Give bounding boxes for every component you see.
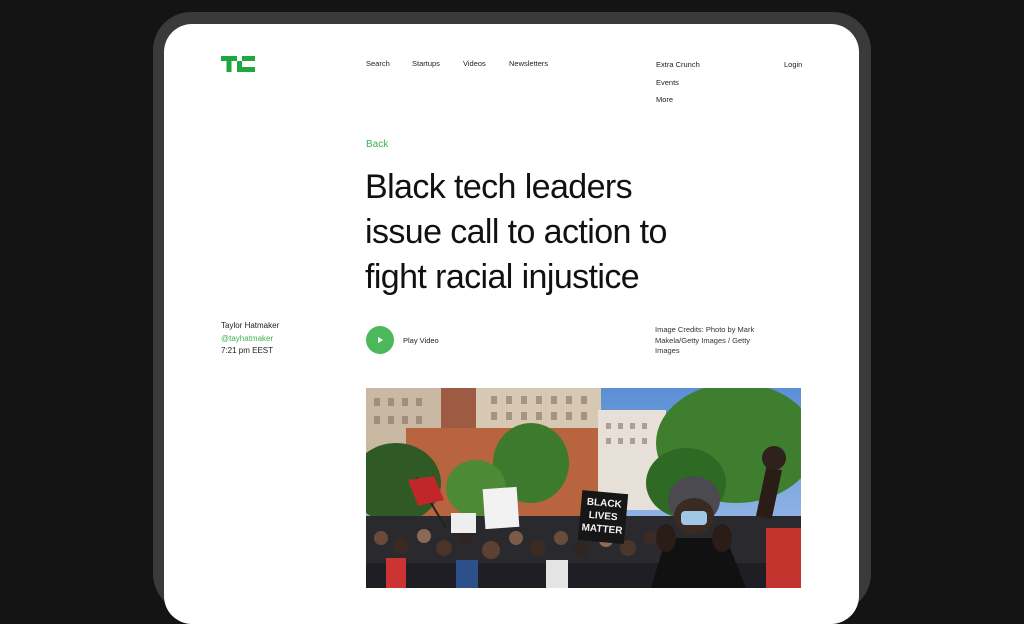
nav-newsletters-link[interactable]: Newsletters: [509, 60, 548, 68]
play-video-button[interactable]: Play Video: [366, 326, 439, 354]
techcrunch-logo[interactable]: [221, 56, 255, 72]
credits-line: Image Credits: Photo by Mark: [655, 325, 755, 334]
credits-line: Makela/Getty Images / Getty: [655, 335, 751, 345]
protest-photo-illustration: BLACK LIVES MATTER: [366, 388, 801, 588]
secondary-nav: Extra Crunch Events More: [656, 60, 700, 113]
nav-search-link[interactable]: Search: [366, 60, 390, 68]
author-block: Taylor Hatmaker @tayhatmaker 7:21 pm EES…: [221, 320, 279, 358]
nav-startups-link[interactable]: Startups: [412, 60, 440, 68]
article-headline: Black tech leaders issue call to action …: [365, 165, 725, 300]
play-video-label: Play Video: [403, 335, 439, 345]
credits-line: Images: [655, 346, 680, 355]
article-hero-photo: BLACK LIVES MATTER: [366, 388, 801, 588]
author-name[interactable]: Taylor Hatmaker: [221, 320, 279, 333]
back-link[interactable]: Back: [366, 139, 388, 150]
nav-more-link[interactable]: More: [656, 95, 700, 113]
nav-extra-crunch-link[interactable]: Extra Crunch: [656, 60, 700, 78]
browser-screen: Search Startups Videos Newsletters Extra…: [164, 24, 859, 624]
image-credits: Image Credits: Photo by Mark Makela/Gett…: [655, 325, 755, 357]
author-handle[interactable]: @tayhatmaker: [221, 333, 279, 346]
play-icon[interactable]: [366, 326, 394, 354]
headline-line: issue call to action to: [365, 213, 667, 251]
login-link[interactable]: Login: [784, 60, 802, 69]
headline-line: fight racial injustice: [365, 258, 640, 296]
headline-line: Black tech leaders: [365, 168, 633, 206]
nav-videos-link[interactable]: Videos: [463, 60, 486, 68]
nav-events-link[interactable]: Events: [656, 78, 700, 96]
publish-time: 7:21 pm EEST: [221, 346, 274, 355]
